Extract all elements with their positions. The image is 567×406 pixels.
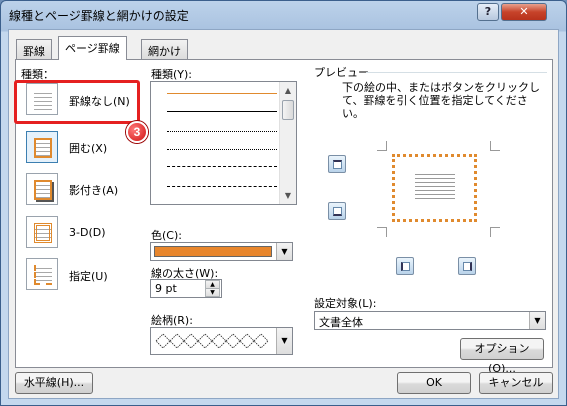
setting-shadow-label[interactable]: 影付き(A) xyxy=(69,182,118,198)
width-value: 9 pt xyxy=(155,282,177,295)
step-badge: 3 xyxy=(126,121,148,143)
width-combo[interactable]: 9 pt ▲ ▼ xyxy=(150,279,222,298)
style-scrollbar[interactable]: ▲ ▼ xyxy=(279,82,296,204)
options-button[interactable]: オプション(O)... xyxy=(460,338,544,375)
dialog-title: 線種とページ罫線と網かけの設定 xyxy=(9,9,189,23)
corner-mark xyxy=(490,227,500,237)
help-button[interactable]: ? xyxy=(477,3,499,21)
close-button[interactable]: ✕ xyxy=(501,3,547,21)
cancel-button[interactable]: キャンセル xyxy=(479,372,553,394)
list-item[interactable] xyxy=(167,131,277,132)
list-item[interactable] xyxy=(167,166,277,167)
tab-borders[interactable]: 罫線 xyxy=(16,39,52,59)
shadow-border-icon[interactable] xyxy=(26,173,58,205)
preview-instruction: 下の絵の中、またはボタンをクリックして、罫線を引く位置を指定してください。 xyxy=(342,81,540,120)
tab-page-border[interactable]: ページ罫線 xyxy=(58,36,127,60)
scroll-down-icon[interactable]: ▼ xyxy=(280,187,296,204)
corner-mark xyxy=(377,141,387,151)
separator xyxy=(302,66,303,362)
custom-border-icon[interactable] xyxy=(26,258,58,290)
corner-mark xyxy=(377,227,387,237)
art-label: 絵柄(R): xyxy=(151,314,193,327)
setting-box-label[interactable]: 囲む(X) xyxy=(69,140,107,156)
box-border-icon[interactable] xyxy=(26,131,58,163)
right-border-button[interactable] xyxy=(458,257,476,275)
dropdown-arrow-icon[interactable]: ▼ xyxy=(529,312,545,329)
setting-3d-label[interactable]: 3-D(D) xyxy=(69,226,106,239)
art-combo[interactable]: ▼ xyxy=(150,327,293,355)
style-label: 種類(Y): xyxy=(151,68,193,81)
top-border-button[interactable] xyxy=(328,155,346,173)
color-swatch xyxy=(154,246,272,257)
preview-group-line xyxy=(366,72,547,73)
dialog-window: 線種とページ罫線と網かけの設定 ? ✕ 罫線 ページ罫線 網かけ 種類： 罫線な… xyxy=(0,0,567,406)
apply-to-combo[interactable]: 文書全体 ▼ xyxy=(314,311,546,330)
preview-label: プレビュー xyxy=(314,66,369,79)
color-combo[interactable]: ▼ xyxy=(150,242,293,261)
title-bar[interactable]: 線種とページ罫線と網かけの設定 ? ✕ xyxy=(1,1,566,29)
line-style-list[interactable]: ▲ ▼ xyxy=(150,81,297,205)
list-item[interactable] xyxy=(167,149,277,150)
preview-text-lines xyxy=(415,171,455,201)
scroll-up-icon[interactable]: ▲ xyxy=(280,82,296,99)
chevron-down-icon[interactable]: ▼ xyxy=(205,288,220,297)
tab-shading[interactable]: 網かけ xyxy=(141,39,188,59)
horizontal-line-button[interactable]: 水平線(H)... xyxy=(15,372,93,394)
ok-button[interactable]: OK xyxy=(397,372,471,394)
dropdown-arrow-icon[interactable]: ▼ xyxy=(276,243,292,260)
apply-to-value: 文書全体 xyxy=(319,316,363,329)
list-item[interactable] xyxy=(167,93,277,94)
art-pattern xyxy=(155,333,269,349)
left-border-button[interactable] xyxy=(396,257,414,275)
bottom-border-button[interactable] xyxy=(328,202,346,220)
color-label: 色(C): xyxy=(151,229,182,242)
corner-mark xyxy=(490,141,500,151)
list-item[interactable] xyxy=(167,186,277,187)
step-highlight xyxy=(14,80,140,124)
apply-to-label: 設定対象(L): xyxy=(314,297,377,310)
setting-custom-label[interactable]: 指定(U) xyxy=(69,268,108,284)
dropdown-arrow-icon[interactable]: ▼ xyxy=(276,328,292,354)
3d-border-icon[interactable] xyxy=(26,216,58,248)
preview-page[interactable] xyxy=(392,154,477,222)
scroll-thumb[interactable] xyxy=(282,100,294,120)
list-item[interactable] xyxy=(167,111,277,112)
